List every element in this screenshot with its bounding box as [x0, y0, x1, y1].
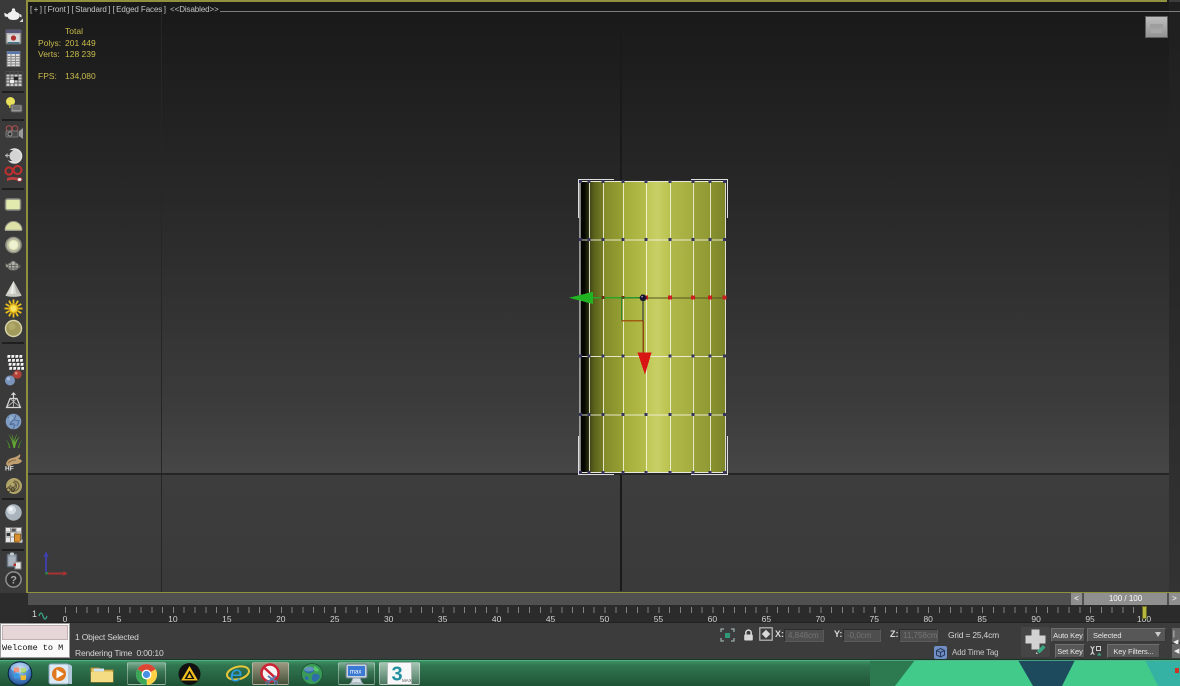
svg-text:MAX: MAX [402, 678, 412, 683]
svg-text:1: 1 [32, 609, 37, 619]
svg-text:HF: HF [5, 466, 14, 473]
svg-text:3: 3 [392, 664, 403, 686]
svg-text:?: ? [10, 575, 17, 587]
svg-text:e: e [230, 662, 242, 686]
svg-text:CO: CO [6, 488, 15, 494]
svg-text:max: max [350, 670, 361, 676]
